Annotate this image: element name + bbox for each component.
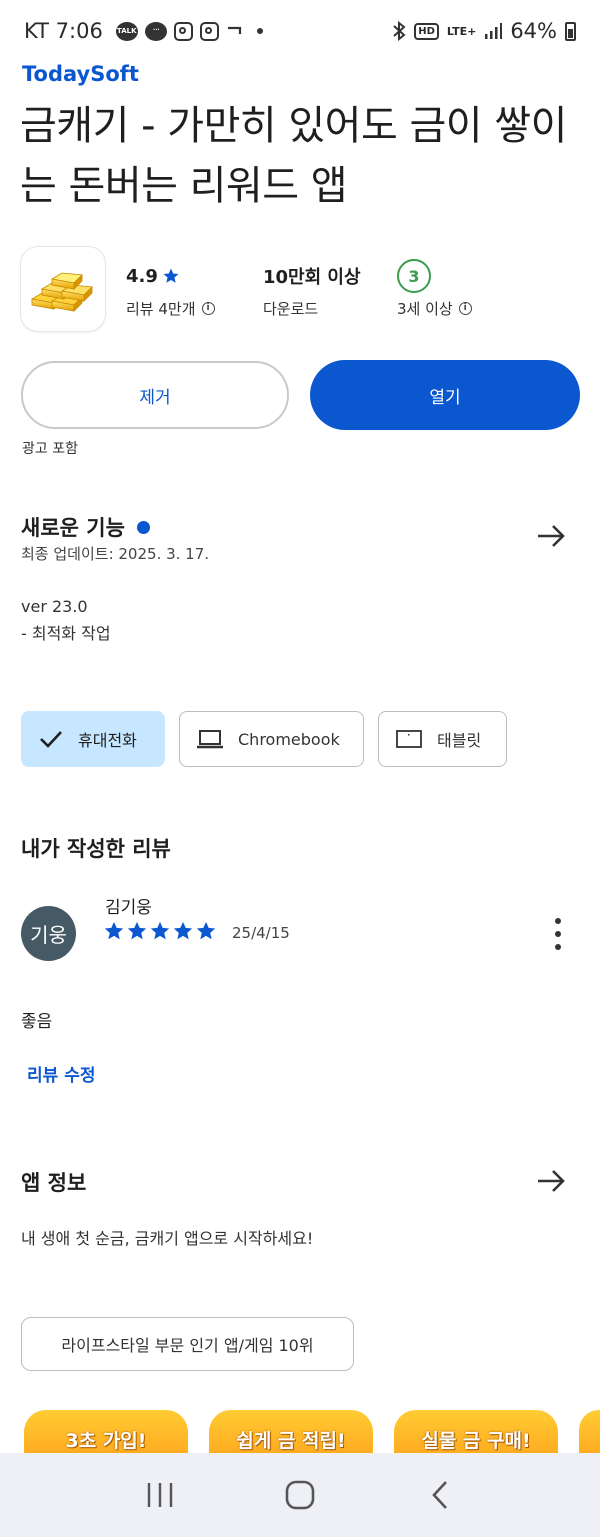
version-text: ver 23.0 xyxy=(21,597,88,616)
new-indicator-dot xyxy=(136,520,150,534)
whats-new-title: 새로운 기능 xyxy=(21,516,125,540)
chip-phone[interactable]: 휴대전화 xyxy=(21,711,165,767)
star-icon xyxy=(150,921,170,940)
back-icon[interactable] xyxy=(420,1475,460,1515)
info-icon[interactable]: i xyxy=(458,302,472,315)
more-options-icon[interactable] xyxy=(549,918,567,950)
star-icon xyxy=(127,921,147,940)
last-updated: 최종 업데이트: 2025. 3. 17. xyxy=(21,545,210,563)
star-icon xyxy=(173,921,193,940)
chip-chromebook[interactable]: Chromebook xyxy=(179,711,364,767)
laptop-icon xyxy=(197,730,223,749)
about-app-heading[interactable]: 앱 정보 xyxy=(21,1167,86,1197)
reviewer-name: 김기웅 xyxy=(105,898,152,918)
review-stars xyxy=(103,920,217,942)
notification-dot-icon xyxy=(256,28,263,34)
chip-tablet[interactable]: 태블릿 xyxy=(378,711,507,767)
battery-icon xyxy=(565,21,576,41)
review-date: 25/4/15 xyxy=(232,924,290,942)
info-icon[interactable]: i xyxy=(201,302,215,315)
arrow-right-icon[interactable] xyxy=(534,519,568,553)
chip-label: 휴대전화 xyxy=(78,731,137,750)
whats-new-heading[interactable]: 새로운 기능 xyxy=(21,512,150,542)
chip-label: 태블릿 xyxy=(437,731,482,750)
release-notes: - 최적화 작업 xyxy=(21,624,111,643)
battery-percent: 64% xyxy=(510,19,557,43)
age-rating-stat: 3 3세 이상 i xyxy=(397,259,472,319)
ads-notice: 광고 포함 xyxy=(22,441,78,457)
instagram-icon xyxy=(199,21,219,41)
check-icon xyxy=(40,731,62,748)
system-nav-bar xyxy=(0,1453,600,1537)
app-title: 금캐기 - 가만히 있어도 금이 쌓이는 돈버는 리워드 앱 xyxy=(20,103,567,209)
rating-stat: 4.9 리뷰 4만개 i xyxy=(126,262,215,319)
category-rank-chip[interactable]: 라이프스타일 부문 인기 앱/게임 10위 xyxy=(21,1317,354,1371)
signal-icon xyxy=(484,22,503,40)
recent-apps-icon[interactable] xyxy=(140,1475,180,1515)
hd-voice-icon: HD xyxy=(414,22,439,40)
star-icon xyxy=(196,921,216,940)
gold-bars-icon xyxy=(20,246,106,332)
kakaotalk-icon: TALK xyxy=(115,21,138,41)
star-icon xyxy=(163,268,179,283)
downloads-value: 10만회 이상 xyxy=(263,267,361,288)
open-button[interactable]: 열기 xyxy=(310,360,580,430)
edit-review-link[interactable]: 리뷰 수정 xyxy=(27,1061,95,1086)
developer-link[interactable]: TodaySoft xyxy=(22,62,139,86)
avatar: 기웅 xyxy=(21,906,76,961)
star-icon xyxy=(104,921,124,940)
remove-button[interactable]: 제거 xyxy=(21,361,289,429)
chip-label: Chromebook xyxy=(238,729,340,749)
my-review-heading: 내가 작성한 리뷰 xyxy=(21,837,171,861)
chat-icon: ··· xyxy=(144,21,167,41)
carrier-time: KT 7:06 xyxy=(24,19,103,43)
app-description: 내 생애 첫 순금, 금캐기 앱으로 시작하세요! xyxy=(21,1229,314,1248)
lte-icon: LTE+ xyxy=(446,24,477,38)
downloads-label: 다운로드 xyxy=(263,300,319,318)
home-icon[interactable] xyxy=(280,1475,320,1515)
status-bar: KT 7:06 TALK ··· HD LTE+ 64% xyxy=(0,0,600,62)
age-rating-badge: 3 xyxy=(397,259,431,293)
tablet-icon xyxy=(396,730,422,748)
age-rating-label: 3세 이상 xyxy=(397,300,453,318)
review-text: 좋음 xyxy=(21,1012,53,1032)
downloads-stat: 10만회 이상 다운로드 xyxy=(263,262,361,319)
arrow-right-icon[interactable] xyxy=(534,1164,568,1198)
bluetooth-icon xyxy=(392,21,406,41)
rating-value: 4.9 xyxy=(126,265,158,287)
rating-label: 리뷰 4만개 xyxy=(126,300,196,318)
instagram-icon xyxy=(173,21,193,41)
nfc-icon xyxy=(226,24,244,38)
